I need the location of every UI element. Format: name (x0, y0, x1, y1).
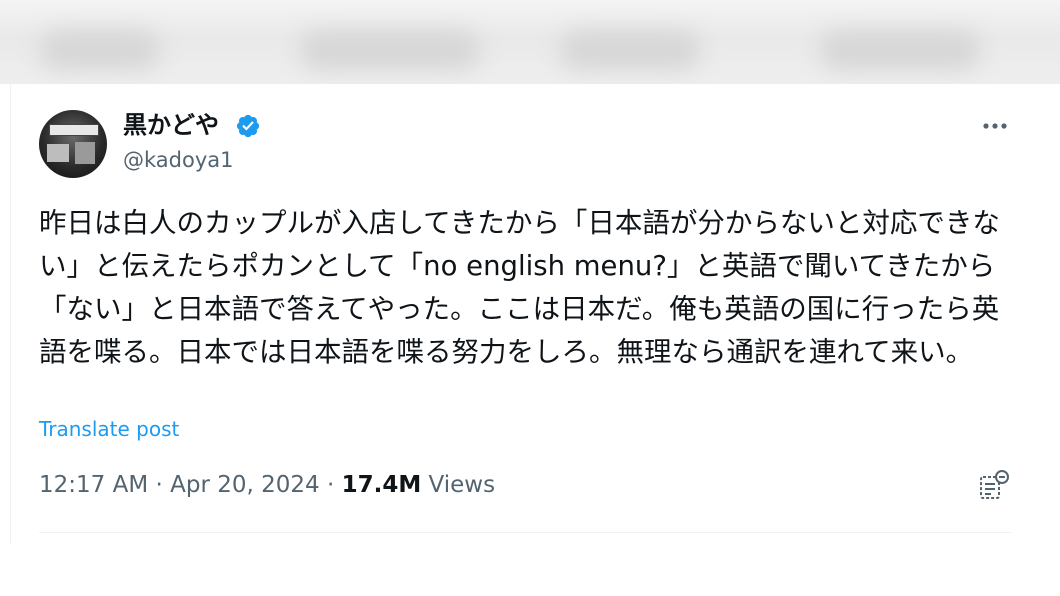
author-handle[interactable]: @kadoya1 (123, 146, 234, 174)
post-card: 黒かどや @kadoya1 昨日は白人のカップルが入店してきたから「日本語が分か… (10, 84, 1051, 544)
views-label: Views (421, 472, 496, 498)
more-options-icon[interactable] (979, 114, 1011, 138)
meta-separator: · (148, 472, 171, 498)
blur-smudge (560, 30, 700, 70)
avatar-detail (75, 142, 95, 164)
blur-smudge (820, 30, 980, 70)
view-analytics-icon[interactable] (977, 468, 1011, 502)
post-time[interactable]: 12:17 AM (39, 472, 148, 498)
post-metadata: 12:17 AM · Apr 20, 2024 · 17.4M Views (39, 470, 495, 500)
blurred-header-area (0, 0, 1060, 84)
views-count: 17.4M (341, 472, 422, 498)
avatar-detail (49, 124, 99, 136)
meta-separator: · (319, 472, 342, 498)
post-text: 昨日は白人のカップルが入店してきたから「日本語が分からないと対応できない」と伝え… (39, 207, 1000, 368)
post-date[interactable]: Apr 20, 2024 (170, 472, 320, 498)
translate-post-link[interactable]: Translate post (39, 416, 179, 442)
avatar[interactable] (39, 110, 107, 178)
author-name[interactable]: 黒かどや (123, 110, 219, 140)
blur-smudge (300, 30, 480, 70)
verified-badge-icon (236, 114, 260, 138)
avatar-detail (47, 144, 69, 162)
blur-smudge (40, 30, 160, 70)
divider (39, 532, 1011, 533)
